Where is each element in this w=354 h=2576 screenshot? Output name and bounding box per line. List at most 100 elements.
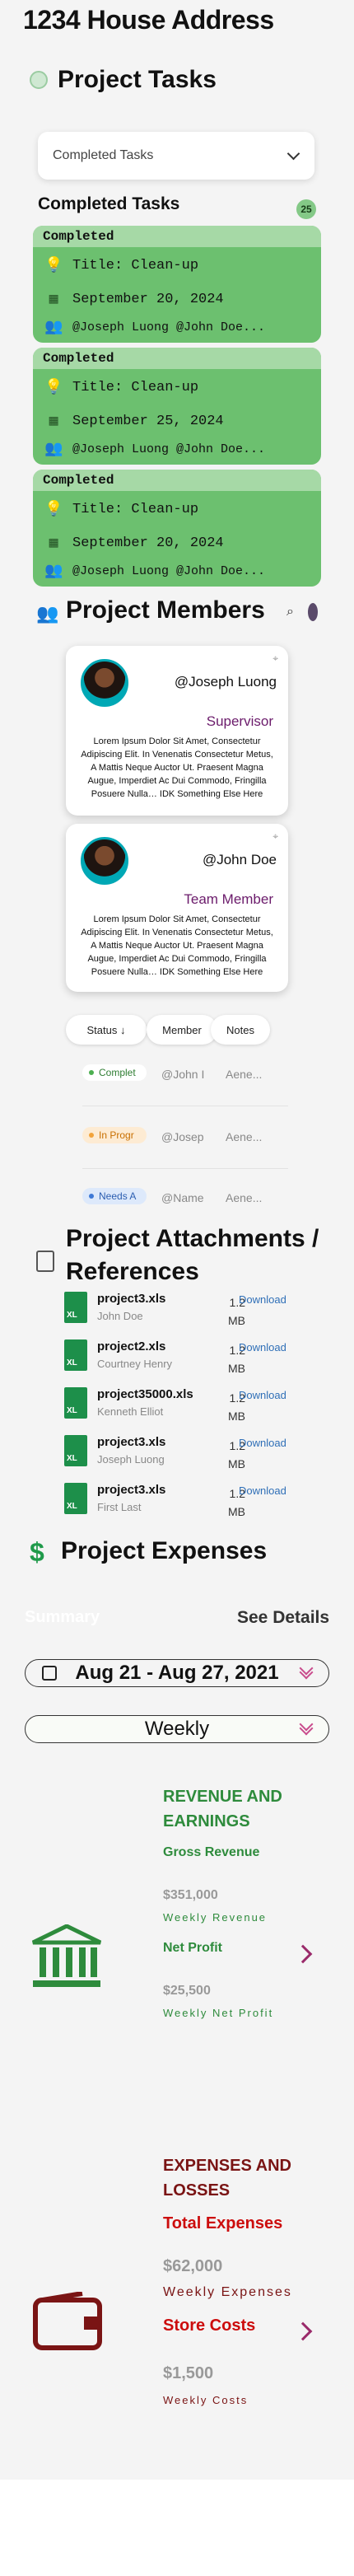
- calendar-icon: ▦: [49, 535, 58, 552]
- task-status: Completed: [33, 348, 321, 369]
- download-link[interactable]: Download: [239, 1293, 286, 1306]
- excel-file-icon: [64, 1339, 87, 1371]
- member-name: @Joseph Luong: [174, 674, 277, 690]
- download-link[interactable]: Download: [239, 1437, 286, 1449]
- task-title: Title: Clean-up: [72, 257, 199, 273]
- file-owner: John Doe: [97, 1310, 143, 1322]
- task-card[interactable]: Completed 💡 Title: Clean-up ▦ September 20…: [33, 470, 321, 587]
- excel-file-icon: [64, 1387, 87, 1419]
- lightbulb-icon: 💡: [44, 258, 63, 274]
- period-value: Weekly: [144, 1718, 210, 1740]
- expenses-section-title: Project Expenses: [61, 1537, 268, 1564]
- chevron-down-icon: [299, 1721, 314, 1736]
- file-name: project3.xls: [97, 1292, 166, 1306]
- list-item[interactable]: project2.xls Courtney Henry 1.2MB Downlo…: [64, 1339, 311, 1379]
- avatar[interactable]: [308, 603, 318, 621]
- date-range-picker[interactable]: Aug 21 - Aug 27, 2021: [25, 1659, 329, 1687]
- table-row[interactable]: In Progr: [82, 1127, 147, 1143]
- task-date-row: ▦ September 20, 2024: [33, 527, 321, 559]
- task-date: September 25, 2024: [72, 413, 224, 429]
- document-search-icon: [36, 1251, 54, 1272]
- task-card[interactable]: Completed 💡 Title: Clean-up ▦ September 25…: [33, 348, 321, 465]
- list-item[interactable]: project3.xls John Doe 1.2MB Download: [64, 1292, 311, 1331]
- row-notes: Aene...: [226, 1130, 263, 1143]
- file-owner: Courtney Henry: [97, 1358, 173, 1370]
- people-icon: 👥: [36, 603, 59, 624]
- lightbulb-icon: 💡: [44, 502, 63, 518]
- task-count-badge: 25: [296, 199, 316, 219]
- chevron-right-icon[interactable]: [293, 1944, 313, 1964]
- table-row[interactable]: Complet: [82, 1064, 147, 1081]
- total-expenses-caption: Weekly Expenses: [163, 2285, 292, 2299]
- row-notes: Aene...: [226, 1068, 263, 1081]
- task-members: @Joseph Luong @John Doe...: [72, 320, 266, 334]
- task-status: Completed: [33, 226, 321, 247]
- members-section-title: Project Members: [66, 596, 265, 624]
- task-members-row: 👥 @Joseph Luong @John Doe...: [33, 315, 321, 339]
- excel-file-icon: [64, 1483, 87, 1514]
- member-card[interactable]: ⌖ @Joseph Luong Supervisor Lorem Ipsum D…: [66, 646, 288, 816]
- pin-icon[interactable]: ⌖: [272, 830, 278, 843]
- store-costs-value: $1,500: [163, 2364, 214, 2382]
- download-link[interactable]: Download: [239, 1389, 286, 1401]
- gross-revenue-value: $351,000: [163, 1888, 218, 1902]
- chevron-right-icon[interactable]: [293, 2321, 313, 2341]
- list-item[interactable]: project3.xls First Last 1.2MB Download: [64, 1483, 311, 1522]
- member-role: Team Member: [184, 891, 273, 907]
- task-card[interactable]: Completed 💡 Title: Clean-up ▦ September 20…: [33, 226, 321, 343]
- store-costs-label: Store Costs: [163, 2317, 256, 2335]
- download-link[interactable]: Download: [239, 1341, 286, 1353]
- status-badge: Complet: [82, 1064, 147, 1081]
- member-card[interactable]: ⌖ @John Doe Team Member Lorem Ipsum Dolo…: [66, 824, 288, 992]
- task-date-row: ▦ September 25, 2024: [33, 405, 321, 437]
- table-row[interactable]: Needs A: [82, 1188, 147, 1204]
- footer-area: [0, 2480, 354, 2576]
- member-name: @John Doe: [202, 852, 277, 867]
- file-name: project3.xls: [97, 1435, 166, 1449]
- file-name: project35000.xls: [97, 1387, 193, 1401]
- file-name: project3.xls: [97, 1483, 166, 1497]
- pin-icon[interactable]: ⌖: [272, 652, 278, 665]
- excel-file-icon: [64, 1292, 87, 1323]
- row-notes: Aene...: [226, 1191, 263, 1204]
- revenue-heading: REVENUE AND EARNINGS: [163, 1788, 282, 1830]
- net-profit-value: $25,500: [163, 1984, 211, 1998]
- download-link[interactable]: Download: [239, 1484, 286, 1497]
- status-column-header[interactable]: Status ↓: [66, 1015, 147, 1045]
- task-title-row: 💡 Title: Clean-up: [33, 369, 321, 405]
- gross-revenue-label: Gross Revenue: [163, 1845, 260, 1859]
- period-select[interactable]: Weekly: [25, 1715, 329, 1743]
- task-title: Title: Clean-up: [72, 379, 199, 395]
- people-icon: 👥: [44, 320, 63, 336]
- store-costs-caption: Weekly Costs: [163, 2394, 249, 2406]
- chevron-down-icon: [286, 147, 300, 160]
- file-owner: First Last: [97, 1501, 142, 1513]
- task-members-row: 👥 @Joseph Luong @John Doe...: [33, 559, 321, 583]
- task-list-title: Completed Tasks: [38, 194, 180, 213]
- notes-column-header[interactable]: Notes: [211, 1015, 270, 1045]
- tasks-section-title: Project Tasks: [58, 66, 217, 93]
- see-details-link[interactable]: See Details: [237, 1608, 329, 1628]
- dropdown-value: Completed Tasks: [53, 148, 154, 162]
- list-item[interactable]: project3.xls Joseph Luong 1.2MB Download: [64, 1435, 311, 1475]
- date-range-value: Aug 21 - Aug 27, 2021: [75, 1662, 279, 1684]
- attachments-title-line1: Project Attachments /: [66, 1225, 319, 1252]
- calendar-icon: [42, 1666, 57, 1681]
- task-title: Title: Clean-up: [72, 501, 199, 517]
- task-filter-dropdown[interactable]: Completed Tasks: [38, 132, 314, 180]
- wallet-icon: [33, 2291, 104, 2351]
- chevron-down-icon: [299, 1665, 314, 1680]
- bank-icon: [31, 1924, 102, 1990]
- avatar: [81, 659, 128, 707]
- list-item[interactable]: project35000.xls Kenneth Elliot 1.2MB Do…: [64, 1387, 311, 1427]
- task-date: September 20, 2024: [72, 535, 224, 551]
- member-column-header[interactable]: Member: [147, 1015, 217, 1045]
- task-members-row: 👥 @Joseph Luong @John Doe...: [33, 437, 321, 461]
- total-expenses-label: Total Expenses: [163, 2214, 283, 2232]
- leaf-icon: [30, 71, 48, 93]
- task-date: September 20, 2024: [72, 291, 224, 307]
- task-title-row: 💡 Title: Clean-up: [33, 491, 321, 527]
- net-profit-caption: Weekly Net Profit: [163, 2007, 274, 2019]
- search-icon[interactable]: ⌕: [286, 605, 294, 619]
- excel-file-icon: [64, 1435, 87, 1466]
